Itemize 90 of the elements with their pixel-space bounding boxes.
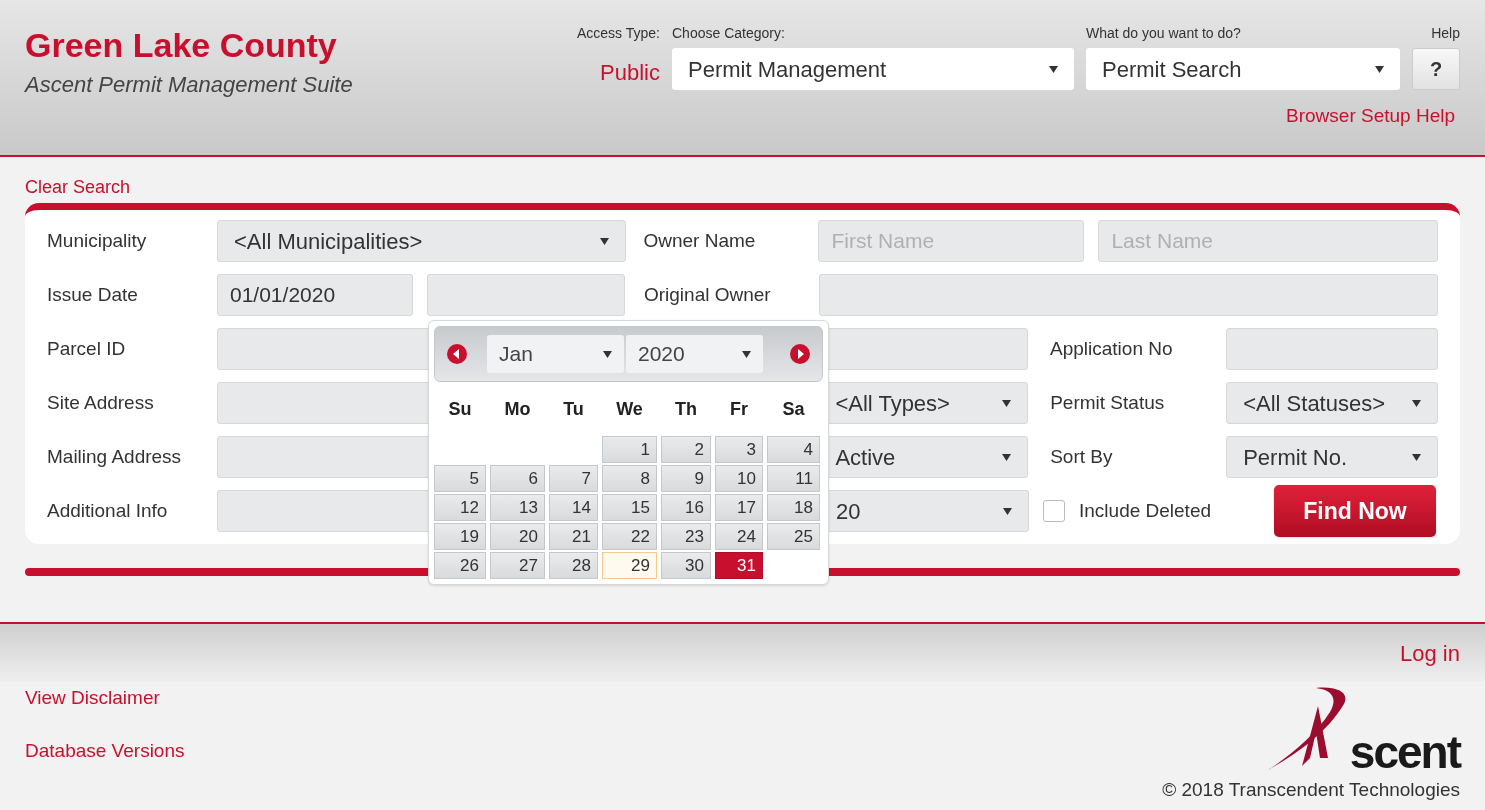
find-now-button[interactable]: Find Now bbox=[1274, 485, 1436, 537]
calendar-day[interactable]: 19 bbox=[434, 523, 486, 550]
calendar-day[interactable]: 3 bbox=[715, 436, 763, 463]
access-type-label: Access Type: bbox=[577, 24, 660, 43]
caret-icon bbox=[600, 237, 610, 245]
caret-icon bbox=[1412, 399, 1421, 407]
caret-icon bbox=[1412, 453, 1421, 461]
calendar-day[interactable]: 25 bbox=[767, 523, 820, 550]
caret-icon bbox=[1002, 399, 1012, 407]
calendar-day[interactable]: 6 bbox=[490, 465, 545, 492]
dropdown[interactable]: Permit Search bbox=[1086, 48, 1400, 90]
checkbox-label: Include Deleted bbox=[1079, 498, 1212, 523]
caret-icon bbox=[1049, 65, 1058, 73]
caret-icon bbox=[603, 350, 612, 358]
caret-icon bbox=[1003, 507, 1012, 515]
input-field[interactable] bbox=[1226, 328, 1438, 370]
help-button[interactable]: ? bbox=[1412, 48, 1460, 90]
calendar-day[interactable]: 9 bbox=[661, 465, 711, 492]
field-label: Application No bbox=[1050, 336, 1174, 361]
site-subtitle: Ascent Permit Management Suite bbox=[25, 71, 353, 99]
calendar-day[interactable]: 11 bbox=[767, 465, 820, 492]
input-field[interactable]: 01/01/2020 bbox=[217, 274, 413, 316]
dropdown[interactable]: Permit No. bbox=[1226, 436, 1438, 478]
weekday-label: Sa bbox=[781, 397, 806, 421]
weekday-label: We bbox=[615, 397, 644, 421]
footer-link[interactable]: Database Versions bbox=[25, 736, 185, 765]
calendar-day[interactable]: 23 bbox=[661, 523, 711, 550]
input-field[interactable] bbox=[818, 274, 1438, 316]
weekday-label: Su bbox=[447, 397, 473, 421]
calendar-day[interactable]: 28 bbox=[549, 552, 598, 579]
field-label: Municipality bbox=[47, 228, 148, 253]
dropdown[interactable]: <All Statuses> bbox=[1226, 382, 1438, 424]
help-label: Help bbox=[1431, 24, 1460, 43]
footer-link[interactable]: View Disclaimer bbox=[25, 684, 185, 713]
calendar-day[interactable]: 5 bbox=[434, 465, 486, 492]
calendar-day[interactable]: 16 bbox=[661, 494, 711, 521]
checkbox[interactable] bbox=[1043, 500, 1065, 522]
category-label: Choose Category: bbox=[672, 24, 786, 43]
calendar-day[interactable]: 22 bbox=[602, 523, 657, 550]
copyright-text: © 2018 Transcendent Technologies bbox=[1162, 778, 1460, 802]
year-dropdown[interactable]: 2020 bbox=[626, 335, 763, 373]
caret-icon bbox=[1375, 65, 1384, 73]
calendar-day[interactable]: 2 bbox=[661, 436, 711, 463]
caret-icon bbox=[742, 350, 751, 358]
input-field[interactable]: Last Name bbox=[1098, 220, 1438, 262]
field-label: Original Owner bbox=[643, 282, 772, 307]
calendar-day[interactable]: 8 bbox=[602, 465, 657, 492]
input-field[interactable]: First Name bbox=[818, 220, 1085, 262]
field-label: Owner Name bbox=[643, 228, 757, 253]
calendar-day[interactable]: 18 bbox=[767, 494, 820, 521]
calendar-day[interactable]: 26 bbox=[434, 552, 486, 579]
dropdown[interactable]: <All Municipalities> bbox=[217, 220, 627, 262]
calendar-day[interactable]: 12 bbox=[434, 494, 486, 521]
field-label: Sort By bbox=[1050, 444, 1114, 469]
calendar-day[interactable]: 10 bbox=[715, 465, 763, 492]
access-type-value: Public bbox=[600, 59, 660, 87]
field-label: Permit Status bbox=[1050, 390, 1166, 415]
weekday-label: Th bbox=[674, 397, 698, 421]
clear-search-link[interactable]: Clear Search bbox=[25, 174, 131, 201]
logo-wordmark: scent bbox=[1349, 729, 1460, 775]
calendar-day[interactable]: 4 bbox=[767, 436, 820, 463]
calendar-day[interactable]: 21 bbox=[549, 523, 598, 550]
site-title: Green Lake County bbox=[25, 28, 338, 62]
field-label: Mailing Address bbox=[47, 444, 183, 469]
action-label: What do you want to do? bbox=[1086, 24, 1242, 43]
browser-setup-help-link[interactable]: Browser Setup Help bbox=[1286, 102, 1455, 131]
input-field[interactable] bbox=[427, 274, 625, 316]
dropdown[interactable]: Permit Management bbox=[672, 48, 1074, 90]
calendar-day[interactable]: 24 bbox=[715, 523, 763, 550]
calendar-day[interactable]: 13 bbox=[490, 494, 545, 521]
calendar-day[interactable]: 29 bbox=[602, 552, 657, 579]
calendar-day[interactable]: 1 bbox=[602, 436, 657, 463]
field-label: Issue Date bbox=[47, 282, 139, 307]
calendar-day[interactable]: 15 bbox=[602, 494, 657, 521]
calendar-day[interactable]: 27 bbox=[490, 552, 545, 579]
calendar-day[interactable]: 7 bbox=[549, 465, 598, 492]
field-label: Additional Info bbox=[47, 498, 169, 523]
weekday-label: Tu bbox=[562, 397, 585, 421]
field-label: Parcel ID bbox=[47, 336, 127, 361]
login-link[interactable]: Log in bbox=[1400, 636, 1460, 670]
calendar-day[interactable]: 30 bbox=[661, 552, 711, 579]
caret-icon bbox=[1002, 453, 1012, 461]
month-dropdown[interactable]: Jan bbox=[487, 335, 624, 373]
calendar-day[interactable]: 14 bbox=[549, 494, 598, 521]
calendar-day[interactable]: 31 bbox=[715, 552, 763, 579]
calendar-day[interactable]: 17 bbox=[715, 494, 763, 521]
weekday-label: Mo bbox=[503, 397, 532, 421]
weekday-label: Fr bbox=[729, 397, 749, 421]
field-label: Site Address bbox=[47, 390, 155, 415]
calendar-day[interactable]: 20 bbox=[490, 523, 545, 550]
